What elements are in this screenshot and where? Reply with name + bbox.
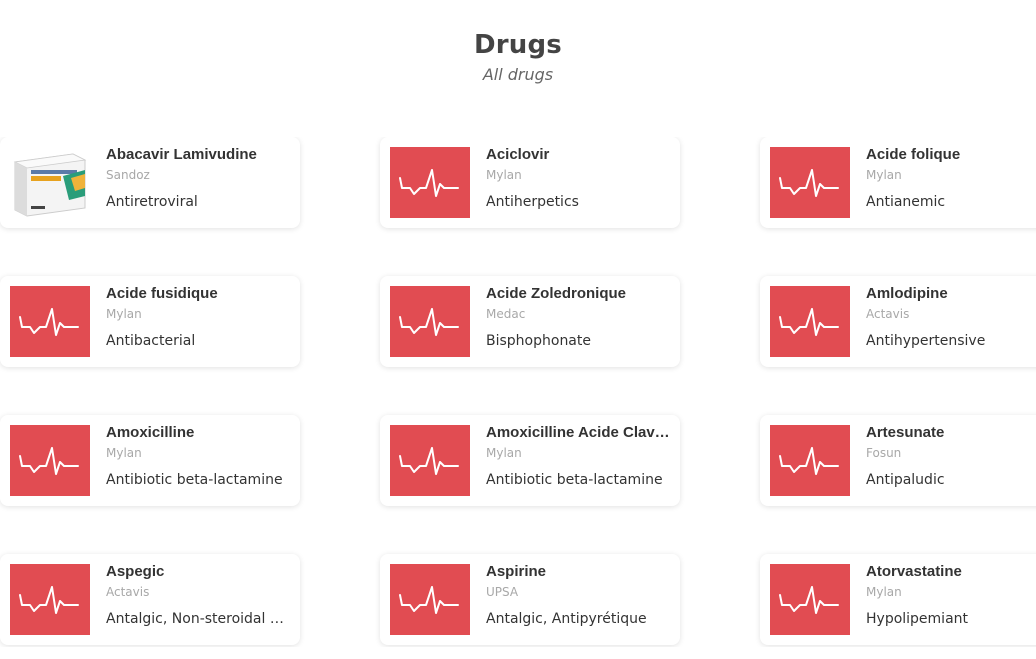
- page-header: Drugs All drugs: [0, 0, 1036, 106]
- drug-name: Abacavir Lamivudine: [106, 146, 257, 163]
- drug-info: Amoxicilline Acide Clavulanique Mylan An…: [486, 424, 670, 488]
- drug-card[interactable]: Amoxicilline Mylan Antibiotic beta-lacta…: [0, 415, 300, 506]
- drug-category: Bisphophonate: [486, 333, 591, 349]
- drug-lab: Actavis: [106, 585, 150, 599]
- drug-name: Acide folique: [866, 146, 961, 163]
- drug-name: Acide Zoledronique: [486, 285, 627, 302]
- product-box-photo: [10, 147, 90, 218]
- drug-info: Acide Zoledronique Medac Bisphophonate: [486, 285, 670, 349]
- drug-lab: Mylan: [106, 446, 142, 460]
- drug-info: Atorvastatine Mylan Hypolipemiant: [866, 563, 1036, 627]
- drug-category: Antibiotic beta-lactamine: [486, 472, 663, 488]
- drug-card[interactable]: Abacavir Lamivudine Sandoz Antiretrovira…: [0, 137, 300, 228]
- drug-info: Acide fusidique Mylan Antibacterial: [106, 285, 290, 349]
- drug-name: Amlodipine: [866, 285, 948, 302]
- drug-category: Antibacterial: [106, 333, 196, 349]
- heartbeat-icon: [10, 425, 90, 496]
- drug-info: Amlodipine Actavis Antihypertensive: [866, 285, 1036, 349]
- drug-category: Antianemic: [866, 194, 946, 210]
- drug-info: Acide folique Mylan Antianemic: [866, 146, 1036, 210]
- drug-info: Artesunate Fosun Antipaludic: [866, 424, 1036, 488]
- drug-card[interactable]: Aciclovir Mylan Antiherpetics: [380, 137, 680, 228]
- drug-category: Antalgic, Antipyrétique: [486, 611, 647, 627]
- drug-lab: Actavis: [866, 307, 910, 321]
- drug-name: Artesunate: [866, 424, 945, 441]
- drug-card[interactable]: Amoxicilline Acide Clavulanique Mylan An…: [380, 415, 680, 506]
- heartbeat-icon: [390, 286, 470, 357]
- drug-name: Aspegic: [106, 563, 165, 580]
- drug-category: Antibiotic beta-lactamine: [106, 472, 283, 488]
- drug-info: Aspegic Actavis Antalgic, Non-steroidal …: [106, 563, 290, 627]
- drug-category: Hypolipemiant: [866, 611, 969, 627]
- page-subtitle: All drugs: [482, 65, 554, 84]
- drug-name: Acide fusidique: [106, 285, 218, 302]
- drug-lab: Mylan: [486, 446, 522, 460]
- drug-category: Antipaludic: [866, 472, 945, 488]
- drug-info: Amoxicilline Mylan Antibiotic beta-lacta…: [106, 424, 290, 488]
- drug-info: Abacavir Lamivudine Sandoz Antiretrovira…: [106, 146, 290, 210]
- drug-grid: Abacavir Lamivudine Sandoz Antiretrovira…: [0, 137, 1036, 647]
- drug-category: Antalgic, Non-steroidal anti-inflammator…: [106, 611, 290, 627]
- heartbeat-icon: [390, 425, 470, 496]
- drug-name: Aspirine: [486, 563, 547, 580]
- drug-category: Antiretroviral: [106, 194, 198, 210]
- drug-card[interactable]: Acide Zoledronique Medac Bisphophonate: [380, 276, 680, 367]
- drug-info: Aciclovir Mylan Antiherpetics: [486, 146, 670, 210]
- drug-card[interactable]: Artesunate Fosun Antipaludic: [760, 415, 1036, 506]
- drug-name: Atorvastatine: [866, 563, 962, 580]
- heartbeat-icon: [770, 286, 850, 357]
- drug-lab: Sandoz: [106, 168, 150, 182]
- drug-card[interactable]: Acide fusidique Mylan Antibacterial: [0, 276, 300, 367]
- heartbeat-icon: [770, 564, 850, 635]
- heartbeat-icon: [770, 425, 850, 496]
- drug-name: Amoxicilline Acide Clavulanique: [486, 424, 670, 441]
- drug-card[interactable]: Atorvastatine Mylan Hypolipemiant: [760, 554, 1036, 645]
- heartbeat-icon: [10, 564, 90, 635]
- drug-card[interactable]: Amlodipine Actavis Antihypertensive: [760, 276, 1036, 367]
- drug-lab: Mylan: [866, 168, 902, 182]
- drug-card[interactable]: Aspegic Actavis Antalgic, Non-steroidal …: [0, 554, 300, 645]
- drug-lab: UPSA: [486, 585, 519, 599]
- drug-lab: Fosun: [866, 446, 902, 460]
- heartbeat-icon: [390, 564, 470, 635]
- heartbeat-icon: [390, 147, 470, 218]
- drug-lab: Medac: [486, 307, 526, 321]
- drug-card[interactable]: Aspirine UPSA Antalgic, Antipyrétique: [380, 554, 680, 645]
- drug-lab: Mylan: [866, 585, 902, 599]
- heartbeat-icon: [10, 286, 90, 357]
- drug-card[interactable]: Acide folique Mylan Antianemic: [760, 137, 1036, 228]
- drug-name: Aciclovir: [486, 146, 550, 163]
- drug-category: Antihypertensive: [866, 333, 986, 349]
- drug-lab: Mylan: [106, 307, 142, 321]
- heartbeat-icon: [770, 147, 850, 218]
- drug-name: Amoxicilline: [106, 424, 195, 441]
- page-title: Drugs: [473, 30, 562, 60]
- drug-category: Antiherpetics: [486, 194, 579, 210]
- drug-info: Aspirine UPSA Antalgic, Antipyrétique: [486, 563, 670, 627]
- drug-lab: Mylan: [486, 168, 522, 182]
